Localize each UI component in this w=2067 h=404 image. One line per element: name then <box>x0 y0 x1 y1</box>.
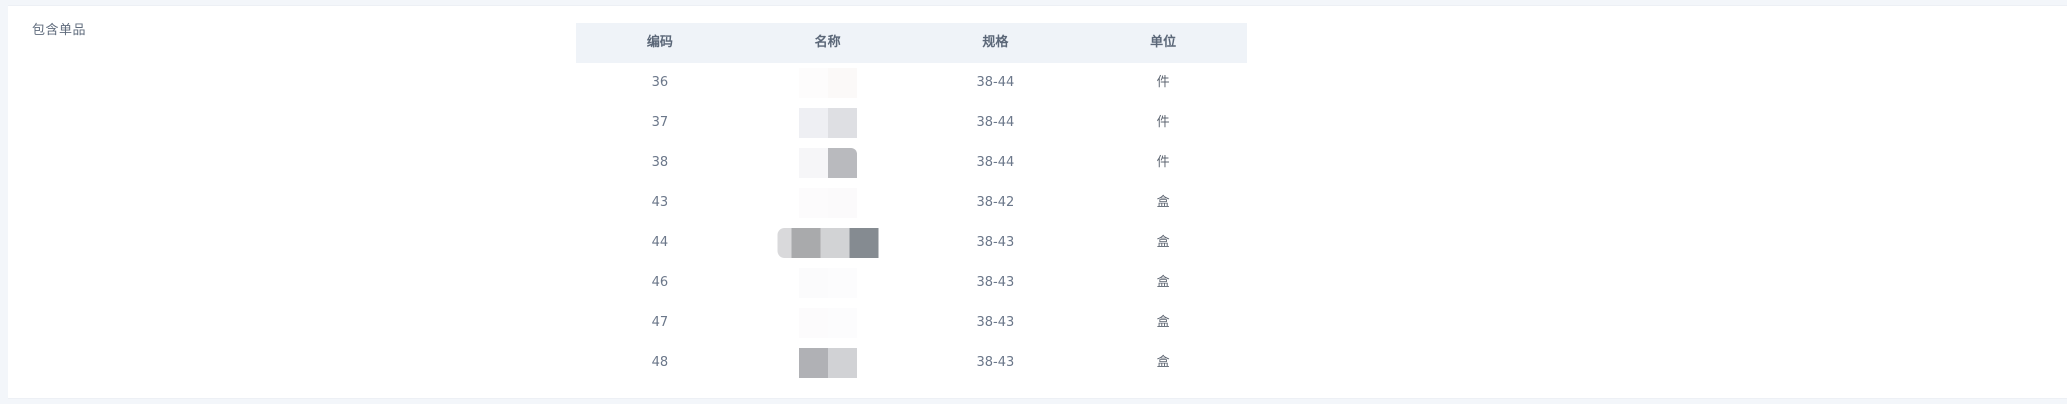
redacted-name <box>798 68 857 98</box>
cell-name <box>744 223 912 263</box>
cell-name <box>744 63 912 103</box>
table-row: 43 38-42 盒 <box>576 183 1247 223</box>
cell-unit: 盒 <box>1156 195 1170 210</box>
cell-spec: 38-43 <box>976 275 1015 290</box>
table-row: 44 38-43 盒 <box>576 223 1247 263</box>
section-label: 包含单品 <box>32 23 87 38</box>
cell-unit: 盒 <box>1156 315 1170 330</box>
cell-spec: 38-44 <box>976 75 1015 90</box>
cell-name <box>744 183 912 223</box>
table-row: 46 38-43 盒 <box>576 263 1247 303</box>
cell-spec: 38-44 <box>976 155 1015 170</box>
redacted-name <box>798 148 857 178</box>
redacted-name <box>798 108 857 138</box>
items-table: 编码 名称 规格 单位 36 38-44 件 37 38-44 件 38 38-… <box>576 23 1247 383</box>
table-row: 47 38-43 盒 <box>576 303 1247 343</box>
detail-card: 包含单品 编码 名称 规格 单位 36 38-44 件 37 38-44 件 3… <box>8 5 2067 399</box>
redacted-name <box>798 268 857 298</box>
redacted-name <box>777 228 879 258</box>
cell-code: 48 <box>651 355 669 370</box>
redacted-name <box>798 348 857 378</box>
cell-unit: 盒 <box>1156 235 1170 250</box>
table-row: 36 38-44 件 <box>576 63 1247 103</box>
cell-code: 47 <box>651 315 669 330</box>
cell-spec: 38-42 <box>976 195 1015 210</box>
header-unit: 单位 <box>1150 35 1177 50</box>
cell-unit: 件 <box>1156 155 1170 170</box>
header-spec: 规格 <box>982 35 1009 50</box>
table-row: 38 38-44 件 <box>576 143 1247 183</box>
cell-name <box>744 343 912 383</box>
header-code: 编码 <box>646 35 673 50</box>
redacted-name <box>798 188 857 218</box>
cell-unit: 件 <box>1156 75 1170 90</box>
cell-name <box>744 303 912 343</box>
cell-spec: 38-43 <box>976 315 1015 330</box>
table-row: 48 38-43 盒 <box>576 343 1247 383</box>
cell-spec: 38-43 <box>976 355 1015 370</box>
table-body: 36 38-44 件 37 38-44 件 38 38-44 件 43 38-4… <box>576 63 1247 383</box>
cell-unit: 盒 <box>1156 355 1170 370</box>
page: 包含单品 编码 名称 规格 单位 36 38-44 件 37 38-44 件 3… <box>0 0 2067 404</box>
cell-name <box>744 263 912 303</box>
cell-spec: 38-44 <box>976 115 1015 130</box>
cell-code: 43 <box>651 195 669 210</box>
cell-spec: 38-43 <box>976 235 1015 250</box>
cell-code: 38 <box>651 155 669 170</box>
cell-unit: 盒 <box>1156 275 1170 290</box>
cell-unit: 件 <box>1156 115 1170 130</box>
cell-name <box>744 103 912 143</box>
table-row: 37 38-44 件 <box>576 103 1247 143</box>
header-name: 名称 <box>814 35 841 50</box>
table-header: 编码 名称 规格 单位 <box>576 23 1247 63</box>
cell-code: 44 <box>651 235 669 250</box>
redacted-name <box>798 308 857 338</box>
cell-name <box>744 143 912 183</box>
cell-code: 46 <box>651 275 669 290</box>
cell-code: 37 <box>651 115 669 130</box>
cell-code: 36 <box>651 75 669 90</box>
